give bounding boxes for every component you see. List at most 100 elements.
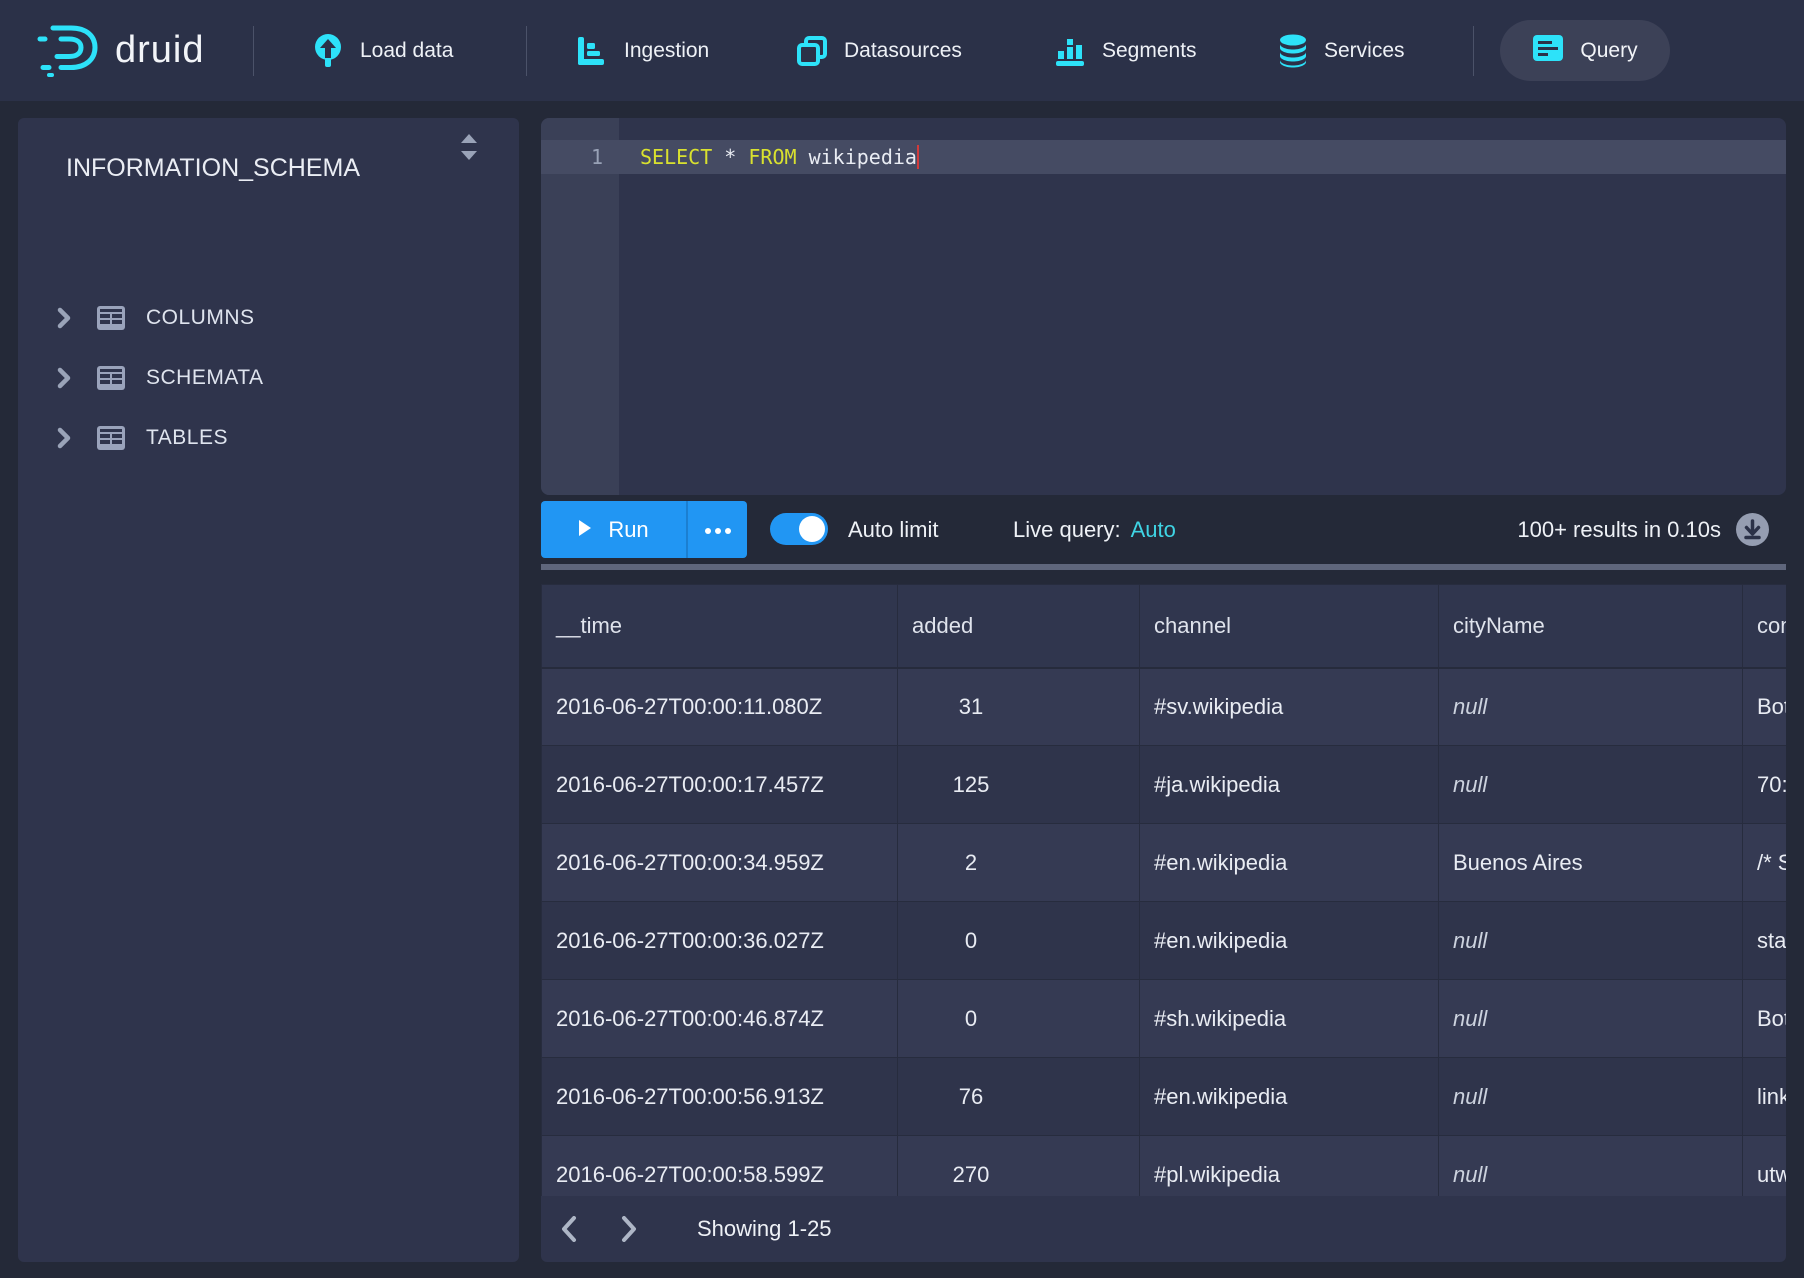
table-cell-channel[interactable]: #pl.wikipedia: [1140, 1136, 1439, 1197]
results-summary: 100+ results in 0.10s: [1517, 495, 1721, 564]
sql-token-plain: wikipedia: [797, 145, 917, 169]
text-cursor: [917, 145, 919, 169]
nav-item-datasources[interactable]: Datasources: [796, 0, 962, 101]
query-toolbar: Run Auto limit Live query: Auto 100+ res…: [541, 495, 1786, 564]
brand-logo[interactable]: druid: [35, 0, 205, 101]
datasources-icon: [796, 35, 828, 67]
sidebar-item-columns[interactable]: COLUMNS: [18, 288, 519, 348]
nav-item-label: Load data: [360, 39, 453, 63]
nav-item-services[interactable]: Services: [1278, 0, 1405, 101]
column-header-__time[interactable]: __time: [542, 585, 898, 668]
table-cell-channel[interactable]: #ja.wikipedia: [1140, 746, 1439, 824]
load-data-icon: [312, 34, 344, 68]
double-caret-vertical-icon[interactable]: [455, 132, 483, 162]
table-row: 2016-06-27T00:00:17.457Z125#ja.wikipedia…: [542, 746, 1787, 824]
table-cell-comment[interactable]: 70:: [1743, 746, 1787, 824]
table-cell-__time[interactable]: 2016-06-27T00:00:56.913Z: [542, 1058, 898, 1136]
table-cell-cityName[interactable]: null: [1439, 902, 1743, 980]
table-cell-comment[interactable]: Bot: [1743, 980, 1787, 1058]
play-icon: [578, 517, 592, 543]
table-cell-cityName[interactable]: null: [1439, 980, 1743, 1058]
live-query-label: Live query:: [1013, 517, 1121, 543]
table-cell-cityName[interactable]: Buenos Aires: [1439, 824, 1743, 902]
table-cell-comment[interactable]: Bot: [1743, 668, 1787, 746]
download-icon[interactable]: [1736, 513, 1769, 546]
chevron-right-icon[interactable]: [56, 367, 78, 389]
showing-label: Showing 1-25: [697, 1216, 832, 1242]
table-cell-added[interactable]: 31: [898, 668, 1140, 746]
nav-item-query[interactable]: Query: [1500, 20, 1670, 81]
top-nav: druid Load data Ingestion Datasources Se…: [0, 0, 1804, 101]
table-cell-comment[interactable]: utw: [1743, 1136, 1787, 1197]
nav-separator: [526, 26, 527, 76]
table-cell-added[interactable]: 125: [898, 746, 1140, 824]
auto-limit-label: Auto limit: [848, 495, 938, 564]
table-cell-__time[interactable]: 2016-06-27T00:00:11.080Z: [542, 668, 898, 746]
chevron-right-icon[interactable]: [56, 427, 78, 449]
nav-item-segments[interactable]: Segments: [1054, 0, 1197, 101]
nav-item-label: Services: [1324, 39, 1405, 63]
sql-editor[interactable]: 1 SELECT * FROM wikipedia: [541, 118, 1786, 495]
schema-sidebar: INFORMATION_SCHEMA COLUMNS SCHEMATA TABL…: [18, 118, 519, 1262]
column-header-cityName[interactable]: cityName: [1439, 585, 1743, 668]
editor-gutter: [541, 118, 619, 495]
sidebar-item-label: TABLES: [146, 426, 228, 450]
sql-code-line[interactable]: SELECT * FROM wikipedia: [640, 140, 919, 174]
column-header-comment[interactable]: comment: [1743, 585, 1787, 668]
table-cell-__time[interactable]: 2016-06-27T00:00:58.599Z: [542, 1136, 898, 1197]
table-cell-cityName[interactable]: null: [1439, 668, 1743, 746]
run-more-button[interactable]: [686, 501, 747, 558]
table-cell-channel[interactable]: #en.wikipedia: [1140, 902, 1439, 980]
chevron-right-icon[interactable]: [56, 307, 78, 329]
table-cell-__time[interactable]: 2016-06-27T00:00:36.027Z: [542, 902, 898, 980]
run-button[interactable]: Run: [541, 501, 686, 558]
table-cell-channel[interactable]: #en.wikipedia: [1140, 1058, 1439, 1136]
nav-item-label: Ingestion: [624, 39, 709, 63]
results-pagination: Showing 1-25: [541, 1196, 1786, 1262]
table-cell-comment[interactable]: /* S: [1743, 824, 1787, 902]
sidebar-item-label: SCHEMATA: [146, 366, 264, 390]
sql-token-keyword: FROM: [748, 145, 796, 169]
table-row: 2016-06-27T00:00:11.080Z31#sv.wikipedian…: [542, 668, 1787, 746]
table-cell-added[interactable]: 2: [898, 824, 1140, 902]
table-cell-comment[interactable]: link: [1743, 1058, 1787, 1136]
chevron-left-icon[interactable]: [549, 1209, 589, 1249]
table-cell-__time[interactable]: 2016-06-27T00:00:46.874Z: [542, 980, 898, 1058]
table-row: 2016-06-27T00:00:58.599Z270#pl.wikipedia…: [542, 1136, 1787, 1197]
column-header-added[interactable]: added: [898, 585, 1140, 668]
line-number: 1: [541, 140, 603, 174]
sidebar-item-schemata[interactable]: SCHEMATA: [18, 348, 519, 408]
table-cell-added[interactable]: 0: [898, 980, 1140, 1058]
table-row: 2016-06-27T00:00:46.874Z0#sh.wikipedianu…: [542, 980, 1787, 1058]
table-cell-channel[interactable]: #en.wikipedia: [1140, 824, 1439, 902]
table-cell-__time[interactable]: 2016-06-27T00:00:17.457Z: [542, 746, 898, 824]
services-icon: [1278, 34, 1308, 68]
live-query-value[interactable]: Auto: [1131, 517, 1176, 543]
query-view: 1 SELECT * FROM wikipedia Run Auto limit: [541, 118, 1786, 1262]
table-cell-channel[interactable]: #sh.wikipedia: [1140, 980, 1439, 1058]
table-cell-added[interactable]: 0: [898, 902, 1140, 980]
table-cell-channel[interactable]: #sv.wikipedia: [1140, 668, 1439, 746]
table-row: 2016-06-27T00:00:36.027Z0#en.wikipedianu…: [542, 902, 1787, 980]
auto-limit-toggle[interactable]: [770, 513, 828, 545]
sidebar-item-tables[interactable]: TABLES: [18, 408, 519, 468]
table-cell-cityName[interactable]: null: [1439, 1058, 1743, 1136]
sql-token-keyword: SELECT: [640, 145, 712, 169]
nav-item-label: Datasources: [844, 39, 962, 63]
nav-item-ingestion[interactable]: Ingestion: [576, 0, 709, 101]
table-row: 2016-06-27T00:00:56.913Z76#en.wikipedian…: [542, 1058, 1787, 1136]
table-cell-added[interactable]: 270: [898, 1136, 1140, 1197]
table-cell-__time[interactable]: 2016-06-27T00:00:34.959Z: [542, 824, 898, 902]
segments-icon: [1054, 35, 1086, 67]
table-cell-comment[interactable]: sta: [1743, 902, 1787, 980]
table-cell-cityName[interactable]: null: [1439, 746, 1743, 824]
column-header-channel[interactable]: channel: [1140, 585, 1439, 668]
table-cell-cityName[interactable]: null: [1439, 1136, 1743, 1197]
pane-resize-handle[interactable]: [541, 564, 1786, 570]
table-cell-added[interactable]: 76: [898, 1058, 1140, 1136]
chevron-right-icon[interactable]: [609, 1209, 649, 1249]
nav-item-load-data[interactable]: Load data: [312, 0, 453, 101]
nav-item-label: Query: [1580, 39, 1637, 63]
table-icon: [96, 365, 126, 391]
nav-separator: [253, 26, 254, 76]
